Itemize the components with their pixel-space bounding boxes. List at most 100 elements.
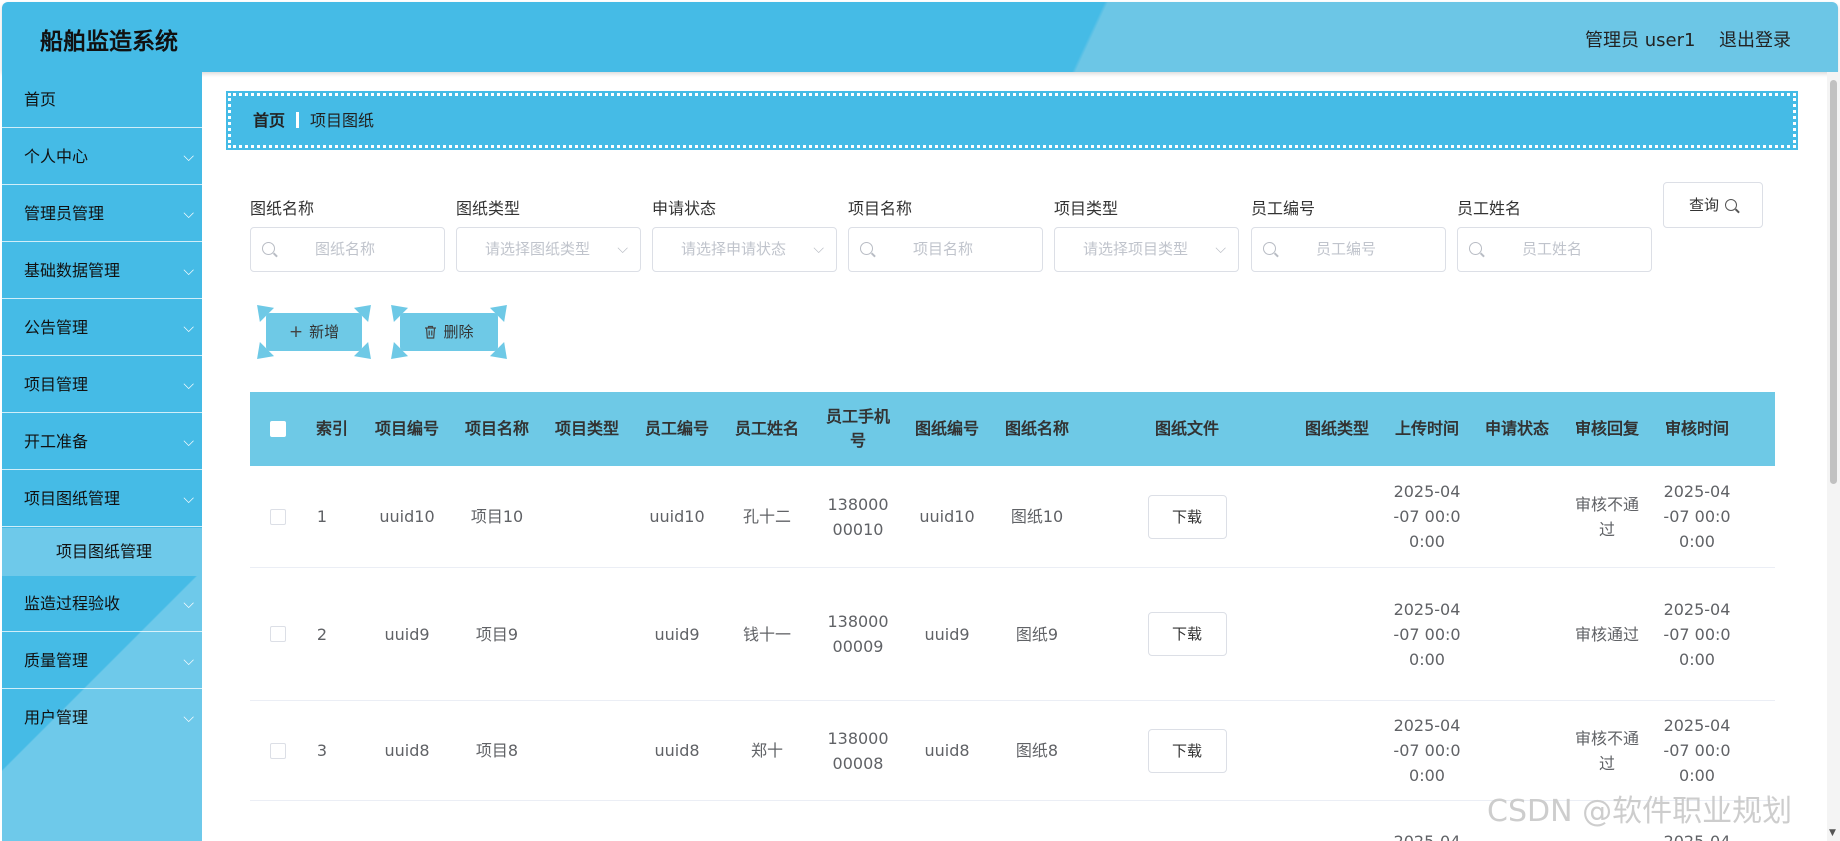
employee-name-label: 员工姓名 bbox=[1457, 199, 1522, 218]
project-type-placeholder: 请选择项目类型 bbox=[1083, 240, 1189, 258]
cell-drawing-type bbox=[1292, 466, 1382, 567]
breadcrumb: 首页 项目图纸 bbox=[226, 91, 1798, 150]
corner-decoration bbox=[489, 297, 515, 323]
search-icon bbox=[860, 242, 873, 255]
corner-decoration bbox=[249, 341, 275, 367]
query-button[interactable]: 查询 bbox=[1663, 182, 1763, 228]
apply-status-select[interactable]: 请选择申请状态 ⌵ bbox=[652, 227, 837, 272]
chevron-down-icon: ⌵ bbox=[813, 241, 824, 257]
cell-drawing-no: uuid10 bbox=[919, 507, 975, 526]
cell-drawing-file: 下载 bbox=[1082, 568, 1292, 700]
column-header: 索引 bbox=[315, 419, 348, 438]
sidebar-item-work-prep[interactable]: 开工准备 ⌵ bbox=[2, 414, 202, 470]
sidebar-item-label: 项目管理 bbox=[24, 375, 89, 394]
scroll-down-icon[interactable]: ▼ bbox=[1829, 828, 1836, 838]
cell-project-no: uuid10 bbox=[379, 507, 435, 526]
sidebar-item-base-data[interactable]: 基础数据管理 ⌵ bbox=[2, 243, 202, 299]
drawing-name-input[interactable]: 图纸名称 bbox=[250, 227, 445, 272]
cell-drawing-no: uuid9 bbox=[924, 624, 970, 644]
sidebar-item-label: 首页 bbox=[24, 90, 57, 109]
download-button[interactable]: 下载 bbox=[1147, 494, 1227, 539]
cell-project-name: 项目10 bbox=[470, 507, 524, 526]
cell-project-type bbox=[542, 701, 632, 800]
logout-link[interactable]: 退出登录 bbox=[1719, 26, 1791, 52]
sidebar-item-personal-center[interactable]: 个人中心 ⌵ bbox=[2, 129, 202, 185]
employee-name-input[interactable]: 员工姓名 bbox=[1457, 227, 1652, 272]
cell-drawing-name: 图纸8 bbox=[1015, 741, 1059, 760]
chevron-down-icon: ⌵ bbox=[183, 596, 194, 612]
employee-no-label: 员工编号 bbox=[1251, 199, 1316, 218]
drawing-type-select[interactable]: 请选择图纸类型 ⌵ bbox=[456, 227, 641, 272]
sidebar-item-supervision-acceptance[interactable]: 监造过程验收 ⌵ bbox=[2, 576, 202, 632]
employee-name-placeholder: 员工姓名 bbox=[1522, 240, 1583, 258]
project-type-select[interactable]: 请选择项目类型 ⌵ bbox=[1054, 227, 1239, 272]
sidebar-item-drawing-management[interactable]: 项目图纸管理 ⌵ bbox=[2, 471, 202, 527]
sidebar-item-label: 质量管理 bbox=[24, 651, 89, 670]
cell-drawing-file: 下载 bbox=[1082, 701, 1292, 800]
table-header: 索引 项目编号 项目名称 项目类型 员工编号 员工姓名 员工手机号 图纸编号 图… bbox=[250, 392, 1775, 466]
cell-project-no: uuid8 bbox=[384, 741, 430, 760]
sidebar-item-label: 管理员管理 bbox=[24, 204, 105, 223]
sidebar-item-quality-management[interactable]: 质量管理 ⌵ bbox=[2, 633, 202, 689]
sidebar-item-project-management[interactable]: 项目管理 ⌵ bbox=[2, 357, 202, 413]
chevron-down-icon: ⌵ bbox=[183, 263, 194, 279]
sidebar-item-home[interactable]: 首页 bbox=[2, 72, 202, 128]
sidebar-item-announcement[interactable]: 公告管理 ⌵ bbox=[2, 300, 202, 356]
column-header: 项目名称 bbox=[464, 419, 529, 438]
query-label: 查询 bbox=[1688, 196, 1719, 214]
chevron-down-icon: ⌵ bbox=[183, 434, 194, 450]
cell-phone: 13800000010 bbox=[827, 494, 889, 539]
sidebar-item-label: 用户管理 bbox=[24, 708, 89, 727]
cell-phone: 13800000008 bbox=[827, 728, 889, 773]
page-scrollbar[interactable]: ▼ bbox=[1827, 72, 1840, 841]
add-button[interactable]: + 新增 bbox=[249, 297, 379, 367]
delete-label: 删除 bbox=[443, 323, 474, 341]
row-checkbox[interactable] bbox=[270, 509, 286, 525]
search-icon bbox=[1469, 242, 1482, 255]
row-checkbox[interactable] bbox=[270, 626, 286, 642]
cell-project-name: 项目8 bbox=[475, 741, 519, 760]
corner-decoration bbox=[353, 297, 379, 323]
chevron-down-icon: ⌵ bbox=[183, 710, 194, 726]
cell-drawing-type bbox=[1292, 701, 1382, 800]
cell-drawing-name: 图纸9 bbox=[1015, 624, 1059, 644]
column-header: 图纸名称 bbox=[1004, 419, 1069, 438]
select-all-checkbox[interactable] bbox=[270, 421, 286, 437]
cell-project-no: uuid9 bbox=[384, 624, 430, 644]
column-header: 申请状态 bbox=[1484, 419, 1549, 438]
chevron-down-icon: ⌵ bbox=[183, 320, 194, 336]
project-name-placeholder: 项目名称 bbox=[913, 240, 974, 258]
project-name-input[interactable]: 项目名称 bbox=[848, 227, 1043, 272]
table-row[interactable]: 2 uuid9 项目9 uuid9 钱十一 13800000009 uuid9 … bbox=[250, 568, 1775, 701]
breadcrumb-current: 项目图纸 bbox=[310, 111, 375, 130]
row-checkbox[interactable] bbox=[270, 743, 286, 759]
sidebar-item-label: 个人中心 bbox=[24, 147, 89, 166]
breadcrumb-home[interactable]: 首页 bbox=[253, 111, 285, 130]
chevron-down-icon: ⌵ bbox=[183, 491, 194, 507]
table-row[interactable]: 1 uuid10 项目10 uuid10 孔十二 13800000010 uui… bbox=[250, 466, 1775, 568]
delete-button[interactable]: 删除 bbox=[383, 297, 515, 367]
sidebar-item-label: 公告管理 bbox=[24, 318, 89, 337]
cell-employee-no: uuid10 bbox=[649, 507, 705, 526]
scroll-thumb[interactable] bbox=[1830, 80, 1837, 484]
column-header: 员工手机号 bbox=[825, 407, 890, 450]
cell-employee-no: uuid9 bbox=[654, 624, 700, 644]
chevron-down-icon: ⌵ bbox=[617, 241, 628, 257]
watermark: CSDN @软件职业规划 bbox=[1487, 794, 1793, 829]
corner-decoration bbox=[353, 341, 379, 367]
download-button[interactable]: 下载 bbox=[1147, 728, 1227, 773]
chevron-down-icon: ⌵ bbox=[183, 149, 194, 165]
search-icon bbox=[1725, 199, 1737, 211]
apply-status-placeholder: 请选择申请状态 bbox=[681, 240, 787, 258]
sidebar-subitem-drawing-management[interactable]: 项目图纸管理 bbox=[2, 528, 202, 576]
employee-no-input[interactable]: 员工编号 bbox=[1251, 227, 1446, 272]
column-header: 员工姓名 bbox=[734, 419, 799, 438]
cell-project-name: 项目9 bbox=[475, 624, 519, 644]
column-header: 审核时间 bbox=[1664, 419, 1729, 438]
sidebar-item-user-management[interactable]: 用户管理 ⌵ bbox=[2, 690, 202, 746]
download-button[interactable]: 下载 bbox=[1147, 612, 1227, 656]
sidebar-item-admin-management[interactable]: 管理员管理 ⌵ bbox=[2, 186, 202, 242]
cell-drawing-type bbox=[1292, 568, 1382, 700]
cell-phone: 13800000009 bbox=[827, 612, 889, 656]
cell-drawing-name: 图纸10 bbox=[1010, 507, 1064, 526]
